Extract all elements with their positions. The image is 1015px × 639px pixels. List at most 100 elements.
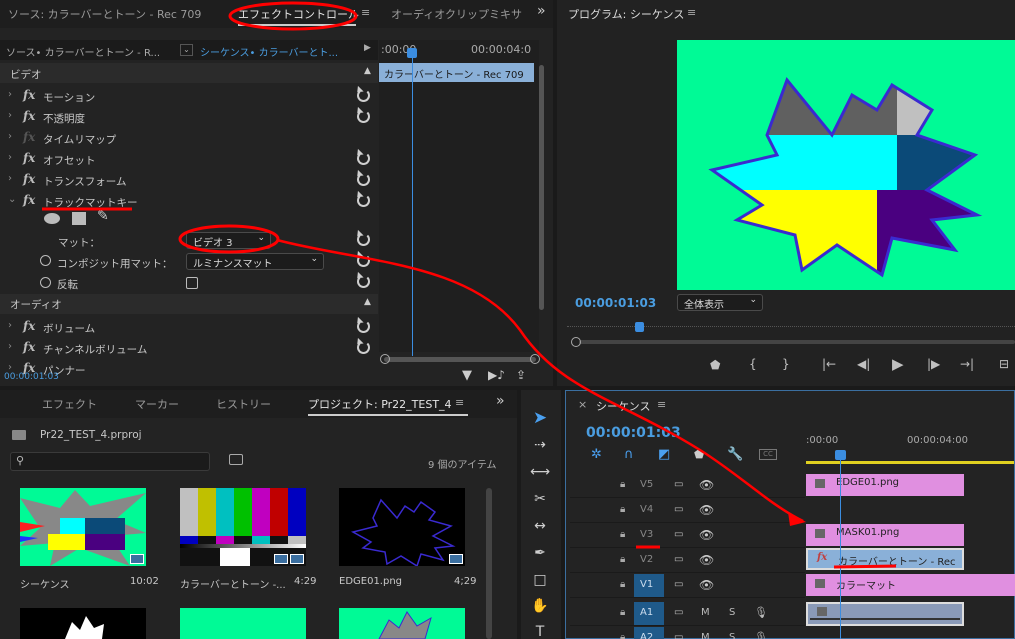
scroll-handle-left[interactable]: [571, 337, 581, 347]
slip-tool-icon[interactable]: ↔: [527, 518, 553, 540]
tab-effect-controls[interactable]: エフェクトコントロール: [238, 6, 359, 22]
stopwatch-icon[interactable]: [40, 277, 51, 288]
work-area-bar[interactable]: [806, 461, 1014, 464]
sync-lock-icon[interactable]: ▭: [674, 479, 683, 490]
menu-icon[interactable]: ≡: [687, 6, 696, 19]
reset-icon[interactable]: [357, 110, 370, 123]
composite-matte-dropdown[interactable]: ルミナンスマット ⌄: [186, 253, 324, 270]
reset-icon[interactable]: [357, 89, 370, 102]
reset-icon[interactable]: [357, 254, 370, 267]
play-only-icon[interactable]: ▶: [364, 43, 371, 53]
audio-scrub-icon[interactable]: ▶♪: [488, 368, 505, 382]
chevron-right-icon[interactable]: ›: [8, 173, 12, 184]
chevron-right-icon[interactable]: ›: [8, 152, 12, 163]
filter-icon[interactable]: ▼: [462, 368, 472, 383]
tab-project[interactable]: プロジェクト: Pr22_TEST_4: [308, 396, 452, 412]
lock-icon[interactable]: 🔒︎: [620, 479, 625, 490]
menu-icon[interactable]: ≡: [455, 396, 464, 409]
lock-icon[interactable]: 🔒︎: [620, 632, 625, 639]
chevron-right-icon[interactable]: ›: [8, 320, 12, 331]
fx-toggle-icon[interactable]: fx: [23, 193, 35, 207]
clip-mask01[interactable]: MASK01.png: [806, 524, 964, 546]
thumbnail-color-matte[interactable]: [180, 608, 306, 639]
audio-effect-row[interactable]: › fx ボリューム: [0, 317, 378, 337]
effect-row[interactable]: › fx トランスフォーム: [0, 170, 378, 190]
ec-playhead[interactable]: [412, 48, 413, 356]
lock-icon[interactable]: 🔒︎: [620, 607, 625, 618]
fx-toggle-icon[interactable]: fx: [23, 172, 35, 186]
mark-out-icon[interactable]: }: [782, 357, 790, 371]
overflow-icon[interactable]: »: [537, 3, 546, 19]
matte-dropdown[interactable]: ビデオ 3 ⌄: [186, 232, 271, 249]
chevron-right-icon[interactable]: ›: [8, 341, 12, 352]
lock-icon[interactable]: 🔒︎: [620, 554, 625, 565]
thumbnail-sequence[interactable]: [20, 488, 146, 566]
chevron-right-icon[interactable]: ›: [8, 131, 12, 142]
ec-playhead-marker[interactable]: [407, 48, 417, 58]
go-to-out-icon[interactable]: →|: [960, 357, 974, 371]
eye-icon[interactable]: 👁︎: [699, 528, 714, 542]
sync-lock-icon[interactable]: ▭: [674, 529, 683, 540]
lock-icon[interactable]: 🔒︎: [620, 579, 625, 590]
thumbnail-color-bars[interactable]: [180, 488, 306, 566]
add-marker-icon[interactable]: ⬟: [710, 358, 720, 372]
export-icon[interactable]: ⇪: [516, 368, 526, 382]
close-icon[interactable]: ×: [578, 398, 587, 411]
collapse-up-icon[interactable]: ▲: [364, 297, 371, 307]
menu-icon[interactable]: ≡: [361, 6, 370, 19]
rectangle-mask-icon[interactable]: [72, 212, 86, 225]
zoom-dropdown[interactable]: 全体表示 ⌄: [677, 294, 763, 311]
mute-button[interactable]: M: [701, 607, 710, 618]
chevron-down-icon[interactable]: ⌄: [8, 194, 16, 205]
ellipse-mask-icon[interactable]: [44, 213, 60, 224]
lift-icon[interactable]: ⊟: [999, 357, 1009, 371]
effect-row[interactable]: › fx タイムリマップ: [0, 128, 378, 148]
fx-toggle-icon[interactable]: fx: [23, 130, 35, 144]
clip-audio[interactable]: [806, 602, 964, 626]
reset-icon[interactable]: [357, 275, 370, 288]
effect-row[interactable]: › fx 不透明度: [0, 107, 378, 127]
chevron-right-icon[interactable]: ›: [8, 89, 12, 100]
stopwatch-icon[interactable]: [40, 255, 51, 266]
reset-icon[interactable]: [357, 152, 370, 165]
chevron-down-icon[interactable]: ⌄: [180, 44, 193, 56]
thumbnail-item[interactable]: [339, 608, 465, 639]
insert-sequence-icon[interactable]: ◩: [658, 447, 670, 462]
clip-color-bars[interactable]: fx カラーバーとトーン - Rec: [806, 548, 964, 570]
step-forward-icon[interactable]: |▶: [927, 357, 940, 371]
source-selector[interactable]: ソース• カラーバーとトーン - R...: [6, 44, 160, 59]
add-marker-icon[interactable]: ⬟: [694, 447, 704, 461]
fx-toggle-icon[interactable]: fx: [23, 88, 35, 102]
sync-lock-icon[interactable]: ▭: [674, 579, 683, 590]
audio-effect-row[interactable]: › fx チャンネルボリューム: [0, 338, 378, 358]
reverse-checkbox[interactable]: [186, 277, 198, 289]
effect-row[interactable]: › fx モーション: [0, 86, 378, 106]
effect-row[interactable]: ⌄ fx トラックマットキー: [0, 191, 378, 211]
ec-scrollbar[interactable]: [539, 65, 544, 310]
razor-tool-icon[interactable]: ✂: [527, 491, 553, 513]
linked-selection-icon[interactable]: ∩: [624, 447, 634, 462]
monitor-scrollbar[interactable]: [579, 340, 1015, 344]
fx-toggle-icon[interactable]: fx: [23, 151, 35, 165]
sync-lock-icon[interactable]: ▭: [674, 504, 683, 515]
clip-color-matte[interactable]: カラーマット: [806, 574, 1015, 596]
solo-button[interactable]: S: [729, 632, 735, 639]
effect-row[interactable]: › fx オフセット: [0, 149, 378, 169]
microphone-icon[interactable]: 🎙︎: [754, 631, 768, 639]
track-select-tool-icon[interactable]: ⇢: [527, 437, 553, 459]
thumbnail-mask01[interactable]: [20, 608, 146, 639]
reset-icon[interactable]: [357, 320, 370, 333]
eye-icon[interactable]: 👁︎: [699, 578, 714, 592]
tab-source[interactable]: ソース: カラーバーとトーン - Rec 709: [8, 6, 201, 22]
timeline-playhead-marker[interactable]: [835, 450, 846, 460]
wrench-icon[interactable]: 🔧: [727, 447, 743, 462]
tab-audio-clip-mixer[interactable]: オーディオクリップミキサ: [391, 6, 522, 22]
microphone-icon[interactable]: 🎙︎: [754, 606, 768, 619]
mute-button[interactable]: M: [701, 632, 710, 639]
chevron-right-icon[interactable]: ›: [8, 110, 12, 121]
sync-lock-icon[interactable]: ▭: [674, 607, 683, 618]
collapse-up-icon[interactable]: ▲: [364, 66, 371, 76]
tab-effects[interactable]: エフェクト: [42, 396, 97, 412]
menu-icon[interactable]: ≡: [657, 398, 666, 411]
ec-current-time[interactable]: 00:00:01:03: [4, 372, 59, 382]
